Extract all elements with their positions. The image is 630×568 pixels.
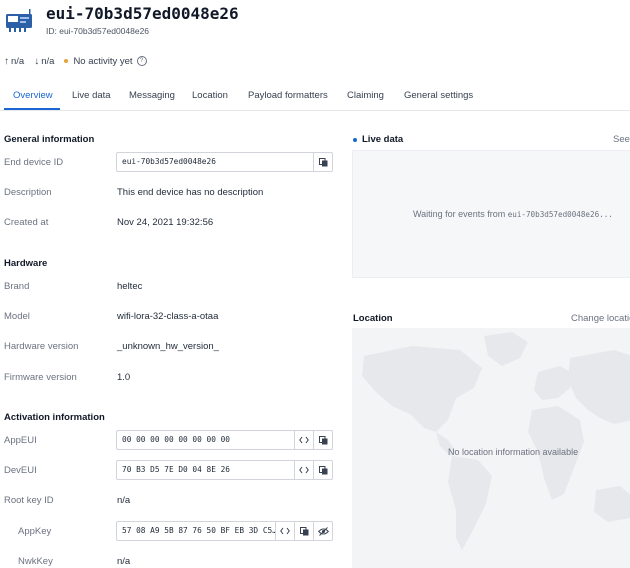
copy-appeui-button[interactable]	[313, 431, 332, 449]
device-stats: ↑ n/a ↓ n/a No activity yet ?	[4, 55, 147, 67]
help-circle-icon[interactable]: ?	[136, 56, 147, 66]
description-value: This end device has no description	[117, 187, 264, 198]
tab-live-data[interactable]: Live data	[72, 90, 111, 101]
root-key-id-value: n/a	[117, 495, 131, 506]
toggle-appkey-format-button[interactable]	[275, 522, 294, 540]
appkey-field: 57 08 A9 5B 87 76 50 BF EB 3D C5…	[116, 521, 333, 541]
appeui-field: 00 00 00 00 00 00 00 00	[116, 430, 333, 450]
root-key-id-label: Root key ID	[4, 495, 54, 506]
downlink-count: n/a	[41, 55, 55, 67]
live-data-heading: Live data	[353, 134, 403, 145]
eye-slash-icon	[317, 526, 329, 536]
appeui-label: AppEUI	[4, 435, 37, 446]
general-information-heading: General information	[4, 134, 95, 145]
page-title: eui-70b3d57ed0048e26	[46, 4, 239, 23]
active-tab-indicator	[4, 108, 60, 110]
tab-overview[interactable]: Overview	[13, 90, 53, 101]
tab-messaging[interactable]: Messaging	[129, 90, 175, 101]
firmware-version-label: Firmware version	[4, 372, 77, 383]
live-indicator-dot	[353, 137, 357, 142]
brand-value: heltec	[117, 281, 143, 292]
copy-icon	[318, 465, 327, 474]
arrow-up-icon: ↑	[4, 55, 9, 67]
code-brackets-icon	[280, 527, 290, 535]
tab-location[interactable]: Location	[192, 90, 228, 101]
activity-status: No activity yet	[73, 55, 133, 67]
copy-icon	[318, 157, 327, 166]
copy-appkey-button[interactable]	[294, 522, 313, 540]
end-device-id-label: End device ID	[4, 157, 64, 168]
created-at-value: Nov 24, 2021 19:32:56	[117, 217, 214, 228]
copy-end-device-id-button[interactable]	[313, 153, 332, 171]
toggle-deveui-format-button[interactable]	[294, 461, 313, 479]
hardware-version-value: _unknown_hw_version_	[117, 341, 219, 352]
model-value: wifi-lora-32-class-a-otaa	[117, 311, 219, 322]
waiting-prefix: Waiting for events from	[413, 209, 508, 219]
nwkkey-value: n/a	[117, 556, 131, 567]
copy-deveui-button[interactable]	[313, 461, 332, 479]
location-heading: Location	[353, 313, 393, 324]
no-location-message: No location information available	[448, 447, 579, 457]
appkey-label: AppKey	[18, 526, 52, 537]
deveui-label: DevEUI	[4, 465, 37, 476]
uplink-count: n/a	[11, 55, 25, 67]
device-board-icon	[6, 9, 32, 32]
live-data-title: Live data	[362, 134, 404, 145]
model-label: Model	[4, 311, 30, 322]
end-device-id-field: eui-70b3d57ed0048e26	[116, 152, 333, 172]
deveui-value: 70 B3 D5 7E D0 04 8E 26	[122, 465, 230, 474]
hardware-version-label: Hardware version	[4, 341, 79, 352]
device-id-subtitle: ID: eui-70b3d57ed0048e26	[46, 26, 150, 36]
end-device-id-value: eui-70b3d57ed0048e26	[122, 157, 216, 166]
change-location-link[interactable]: Change locatio	[571, 313, 630, 324]
arrow-down-icon: ↓	[34, 55, 40, 67]
activation-information-heading: Activation information	[4, 412, 105, 423]
nwkkey-label: NwkKey	[18, 556, 53, 567]
appkey-value: 57 08 A9 5B 87 76 50 BF EB 3D C5…	[122, 526, 275, 535]
firmware-version-value: 1.0	[117, 372, 131, 383]
tab-claiming[interactable]: Claiming	[347, 90, 384, 101]
tab-general-settings[interactable]: General settings	[404, 90, 473, 101]
copy-icon	[299, 526, 308, 535]
waiting-for-events-text: Waiting for events from eui-70b3d57ed004…	[413, 209, 613, 219]
description-label: Description	[4, 187, 52, 198]
see-all-activity-link[interactable]: See	[613, 134, 630, 145]
tab-bar: Overview Live data Messaging Location Pa…	[0, 80, 630, 111]
code-brackets-icon	[299, 466, 309, 474]
copy-icon	[318, 435, 327, 444]
brand-label: Brand	[4, 281, 30, 292]
toggle-appkey-visibility-button[interactable]	[313, 522, 332, 540]
code-brackets-icon	[299, 436, 309, 444]
waiting-device-id: eui-70b3d57ed0048e26...	[507, 210, 613, 219]
created-at-label: Created at	[4, 217, 49, 228]
tab-payload-formatters[interactable]: Payload formatters	[248, 90, 328, 101]
deveui-field: 70 B3 D5 7E D0 04 8E 26	[116, 460, 333, 480]
toggle-appeui-format-button[interactable]	[294, 431, 313, 449]
activity-status-dot	[64, 59, 69, 63]
hardware-heading: Hardware	[4, 258, 48, 269]
appeui-value: 00 00 00 00 00 00 00 00	[122, 435, 230, 444]
